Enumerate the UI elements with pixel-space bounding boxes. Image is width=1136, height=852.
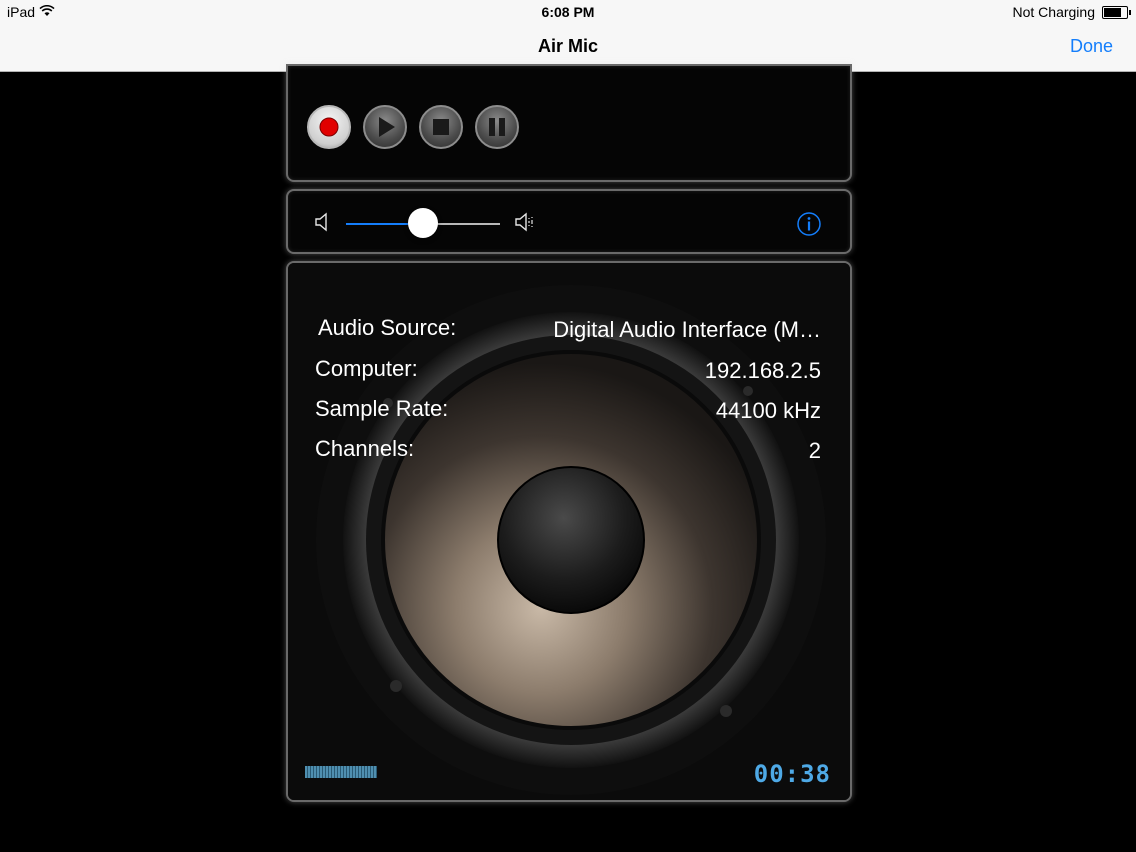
play-button[interactable] [363,105,407,149]
info-value: 44100 kHz [715,398,821,423]
charging-status: Not Charging [1012,4,1096,20]
status-time: 6:08 PM [541,4,595,20]
volume-low-icon [314,211,330,238]
info-label: Computer: [315,356,418,381]
record-icon [319,117,339,137]
info-value: Digital Audio Interface (M… [553,317,821,342]
info-label: Channels: [315,436,415,461]
status-bar: iPad 6:08 PM Not Charging [0,0,1136,24]
speaker-image [288,263,850,800]
info-row-audio-source: Audio Source: Digital Audio Interface (M… [315,315,821,343]
record-button[interactable] [307,105,351,149]
info-row-sample-rate: Sample Rate: 44100 kHz [315,396,821,424]
recording-timer: 00:38 [753,760,831,788]
page-title: Air Mic [537,36,598,56]
info-row-computer: Computer: 192.168.2.5 [315,356,821,384]
volume-slider[interactable] [346,208,500,238]
info-value: 192.168.2.5 [704,358,821,383]
pause-button[interactable] [475,105,519,149]
battery-icon [1102,6,1131,19]
stop-button[interactable] [419,105,463,149]
info-label: Audio Source: [318,315,457,340]
volume-high-icon [514,211,536,238]
volume-panel [286,189,852,254]
info-label: Sample Rate: [315,396,449,421]
speaker-panel: Audio Source: Digital Audio Interface (M… [286,261,852,802]
navigation-bar: iPad 6:08 PM Not Charging Air Mic Done [0,0,1136,72]
play-icon [379,117,395,137]
level-meter [305,766,377,778]
info-row-channels: Channels: 2 [315,436,821,464]
transport-panel [286,64,852,182]
info-icon[interactable] [796,211,822,242]
stop-icon [433,119,449,135]
done-button[interactable]: Done [1070,36,1113,57]
pause-icon [489,118,505,136]
info-value: 2 [808,438,821,463]
volume-slider-thumb[interactable] [408,208,438,238]
